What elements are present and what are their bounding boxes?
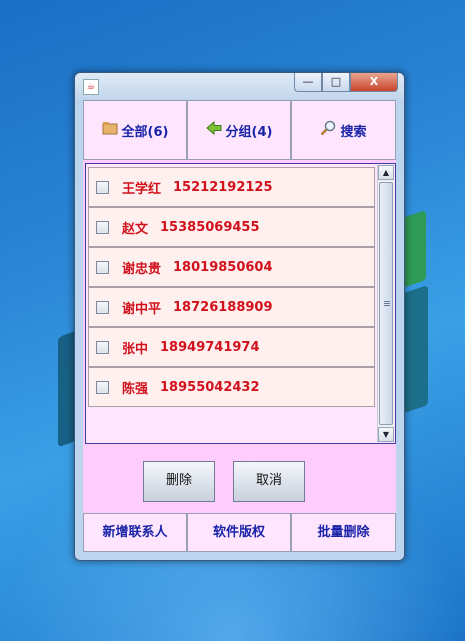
- maximize-button[interactable]: □: [322, 73, 350, 92]
- tab-group-label: 分组(4): [225, 124, 273, 140]
- contact-row[interactable]: 陈强 18955042432: [88, 367, 375, 407]
- contact-phone: 15212192125: [173, 179, 273, 195]
- contact-name: 谢忠贵: [122, 261, 162, 277]
- title-bar[interactable]: ☕ — □ X: [75, 73, 404, 99]
- contact-row[interactable]: 张中 18949741974: [88, 327, 375, 367]
- contact-name: 陈强: [122, 381, 149, 397]
- add-contact-button[interactable]: 新增联系人: [83, 513, 187, 552]
- top-tab-bar: 全部(6) 分组(4) 搜索: [83, 100, 396, 160]
- bottom-tab-bar: 新增联系人 软件版权 批量删除: [83, 513, 396, 552]
- minimize-button[interactable]: —: [294, 73, 322, 92]
- tab-all[interactable]: 全部(6): [83, 100, 187, 160]
- contact-phone: 18955042432: [160, 379, 260, 395]
- arrow-left-icon: [205, 120, 222, 139]
- magnifier-icon: [320, 120, 336, 140]
- contact-row[interactable]: 王学红 15212192125: [88, 167, 375, 207]
- contact-name: 赵文: [122, 221, 149, 237]
- contact-row[interactable]: 谢忠贵 18019850604: [88, 247, 375, 287]
- contact-checkbox[interactable]: [96, 300, 109, 314]
- contact-list[interactable]: 王学红 15212192125 赵文 15385069455 谢忠贵 18019…: [85, 163, 396, 444]
- contact-checkbox[interactable]: [96, 260, 109, 274]
- java-cup-icon[interactable]: ☕: [83, 79, 99, 95]
- batch-delete-button[interactable]: 批量删除: [291, 513, 396, 552]
- close-button[interactable]: X: [350, 73, 398, 92]
- contact-phone: 18949741974: [160, 339, 260, 355]
- contact-name: 谢中平: [122, 301, 162, 317]
- tab-search[interactable]: 搜索: [291, 100, 396, 160]
- window-controls: — □ X: [294, 73, 398, 92]
- contact-checkbox[interactable]: [96, 340, 109, 354]
- scroll-up-arrow-icon[interactable]: ▲: [378, 165, 394, 180]
- scroll-down-arrow-icon[interactable]: ▼: [378, 427, 394, 442]
- app-window: ☕ — □ X 全部(6) 分组(4) 搜索 王学红 15212192125 赵…: [74, 72, 405, 561]
- vertical-scrollbar[interactable]: ▲ ▼: [377, 165, 394, 442]
- contact-phone: 18019850604: [173, 259, 273, 275]
- delete-button[interactable]: 删除: [143, 461, 215, 502]
- tab-group[interactable]: 分组(4): [187, 100, 291, 160]
- copyright-button[interactable]: 软件版权: [187, 513, 291, 552]
- contact-name: 张中: [122, 341, 149, 357]
- contact-checkbox[interactable]: [96, 180, 109, 194]
- contact-phone: 15385069455: [160, 219, 260, 235]
- contact-checkbox[interactable]: [96, 220, 109, 234]
- client-area: 全部(6) 分组(4) 搜索 王学红 15212192125 赵文 153850…: [83, 100, 396, 552]
- tab-search-label: 搜索: [340, 124, 367, 140]
- contact-checkbox[interactable]: [96, 380, 109, 394]
- folder-icon: [102, 121, 118, 139]
- cancel-button[interactable]: 取消: [233, 461, 305, 502]
- contact-name: 王学红: [122, 181, 162, 197]
- contact-row[interactable]: 谢中平 18726188909: [88, 287, 375, 327]
- tab-all-label: 全部(6): [121, 124, 169, 140]
- contact-row[interactable]: 赵文 15385069455: [88, 207, 375, 247]
- scroll-thumb[interactable]: [379, 182, 393, 425]
- contact-phone: 18726188909: [173, 299, 273, 315]
- scroll-grip-icon: [384, 301, 390, 302]
